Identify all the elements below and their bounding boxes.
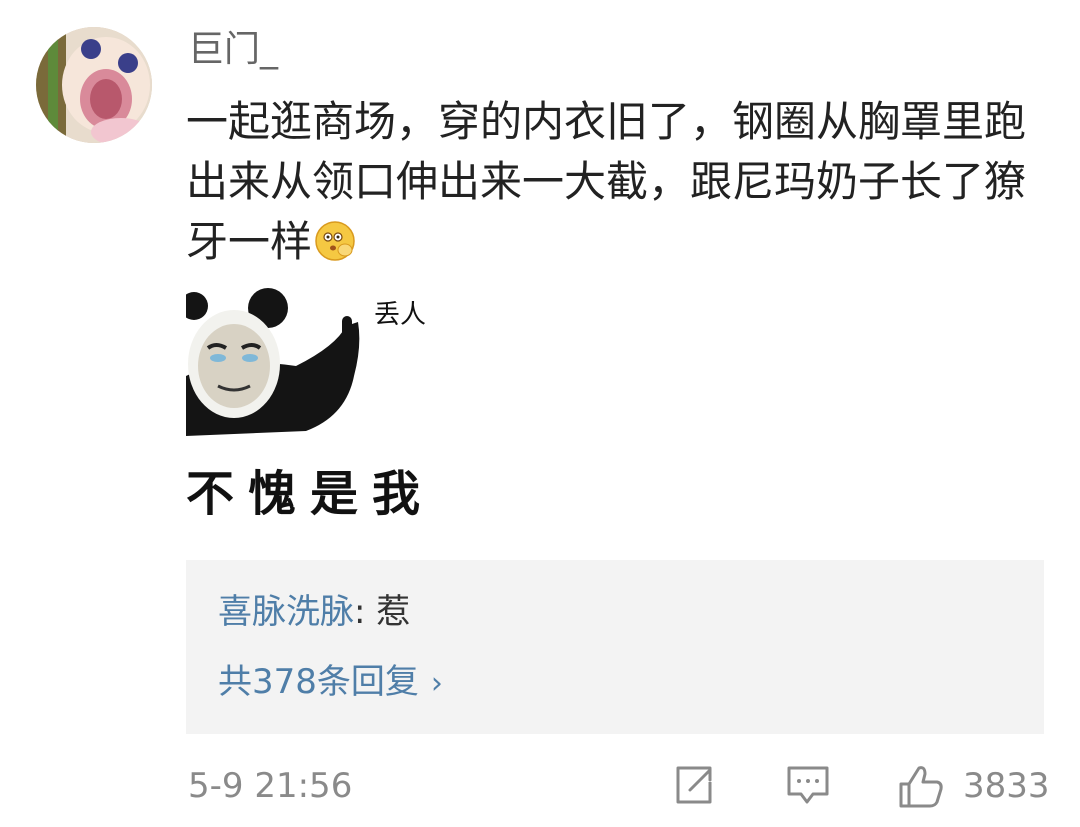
reply-button[interactable]: [785, 762, 831, 810]
comment-icon: [787, 766, 829, 804]
comment-text: 一起逛商场，穿的内衣旧了，钢圈从胸罩里跑出来从领口伸出来一大截，跟尼玛奶子长了獠…: [186, 92, 1056, 272]
reply-text: 惹: [376, 592, 411, 632]
share-icon: [676, 766, 712, 804]
sticker-caption: 不愧是我: [186, 466, 435, 522]
comment-text-body: 一起逛商场，穿的内衣旧了，钢圈从胸罩里跑出来从领口伸出来一大截，跟尼玛奶子长了獠…: [186, 97, 1027, 266]
thumbs-up-icon: [899, 766, 943, 808]
share-button[interactable]: [672, 762, 716, 810]
view-all-replies-label: 共378条回复: [218, 662, 419, 702]
sticker-label: 丢人: [374, 300, 427, 330]
view-all-replies-link[interactable]: 共378条回复 ›: [218, 660, 443, 706]
reply-preview-line: 喜脉洗脉: 惹: [218, 590, 410, 634]
meme-sticker[interactable]: 丢人 不愧是我: [180, 286, 435, 522]
avatar-image: [36, 27, 152, 143]
reply-separator: :: [354, 592, 366, 632]
comment-timestamp: 5-9 21:56: [188, 766, 353, 806]
avatar[interactable]: [36, 27, 152, 143]
shy-face-emoji-icon: [314, 218, 356, 261]
like-button[interactable]: 3833: [897, 762, 1050, 810]
like-count: 3833: [963, 766, 1050, 806]
comment-card: 巨门_ 一起逛商场，穿的内衣旧了，钢圈从胸罩里跑出来从领口伸出来一大截，跟尼玛奶…: [0, 0, 1080, 827]
chevron-right-icon: ›: [430, 666, 443, 701]
reply-preview[interactable]: 喜脉洗脉: 惹 共378条回复 ›: [186, 560, 1044, 734]
reply-author[interactable]: 喜脉洗脉: [218, 592, 354, 632]
username[interactable]: 巨门_: [188, 28, 278, 72]
